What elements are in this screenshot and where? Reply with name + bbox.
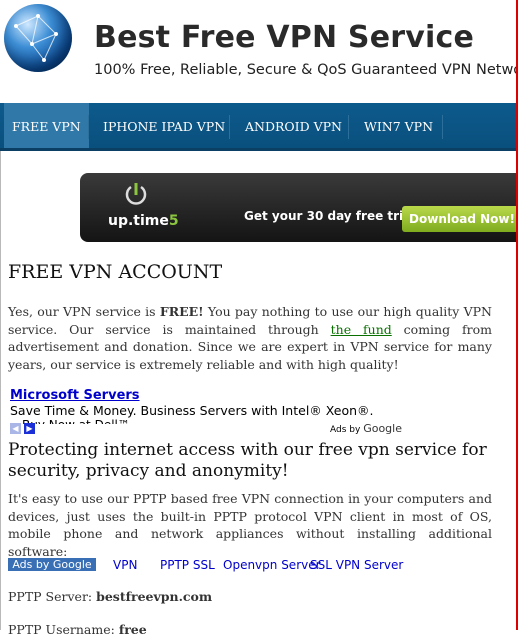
ad-description: Save Time & Money. Business Servers with…: [10, 403, 374, 418]
link-unit-vpn[interactable]: VPN: [113, 558, 137, 572]
link-unit-pptp-ssl[interactable]: PPTP SSL: [160, 558, 215, 572]
ad-prev-arrow-icon[interactable]: ◀: [10, 423, 21, 434]
banner-text: Get your 30 day free trial:: [244, 209, 421, 223]
the-fund-link[interactable]: the fund: [331, 322, 392, 337]
pptp-server-value: bestfreevpn.com: [96, 589, 213, 604]
pptp-server-line: PPTP Server: bestfreevpn.com: [8, 589, 213, 604]
ad-title-link[interactable]: Microsoft Servers: [10, 388, 140, 403]
content-border: [0, 151, 1, 630]
nav-separator: [229, 115, 230, 139]
download-now-button[interactable]: Download Now!: [402, 206, 516, 232]
nav-separator: [88, 115, 89, 139]
site-title[interactable]: Best Free VPN Service: [94, 20, 474, 55]
ad-url[interactable]: Buy Now at Dell™: [22, 418, 130, 424]
main-nav: FREE VPN IPHONE IPAD VPN ANDROID VPN WIN…: [0, 103, 516, 151]
nav-item-win7-vpn[interactable]: WIN7 VPN: [364, 103, 433, 151]
nav-item-free-vpn[interactable]: FREE VPN: [4, 103, 89, 151]
site-tagline: 100% Free, Reliable, Secure & QoS Guaran…: [94, 62, 518, 78]
page-title: FREE VPN ACCOUNT: [8, 261, 223, 283]
ads-by-google[interactable]: Ads by Google: [330, 422, 402, 435]
section-subheading: Protecting internet access with our free…: [8, 440, 487, 481]
site-header: Best Free VPN Service 100% Free, Reliabl…: [0, 0, 518, 103]
link-unit-label[interactable]: Ads by Google: [8, 558, 96, 571]
nav-separator: [348, 115, 349, 139]
uptime-logo: up.time5: [108, 213, 179, 229]
nav-item-iphone-ipad-vpn[interactable]: IPHONE IPAD VPN: [103, 103, 225, 151]
power-icon: [125, 183, 147, 205]
globe-logo-icon[interactable]: [4, 4, 72, 72]
nav-bottom-stripe: [0, 148, 516, 151]
uptime-banner-ad[interactable]: up.time5 Get your 30 day free trial: Dow…: [80, 173, 516, 242]
nav-separator: [442, 115, 443, 139]
link-unit-openvpn-server[interactable]: Openvpn Server: [223, 558, 321, 572]
link-unit-ssl-vpn-server[interactable]: SSL VPN Server: [310, 558, 403, 572]
pptp-paragraph: It's easy to use our PPTP based free VPN…: [8, 491, 492, 559]
ad-next-arrow-icon[interactable]: ▶: [24, 423, 35, 434]
nav-item-android-vpn[interactable]: ANDROID VPN: [245, 103, 342, 151]
intro-paragraph: Yes, our VPN service is FREE! You pay no…: [8, 304, 492, 372]
